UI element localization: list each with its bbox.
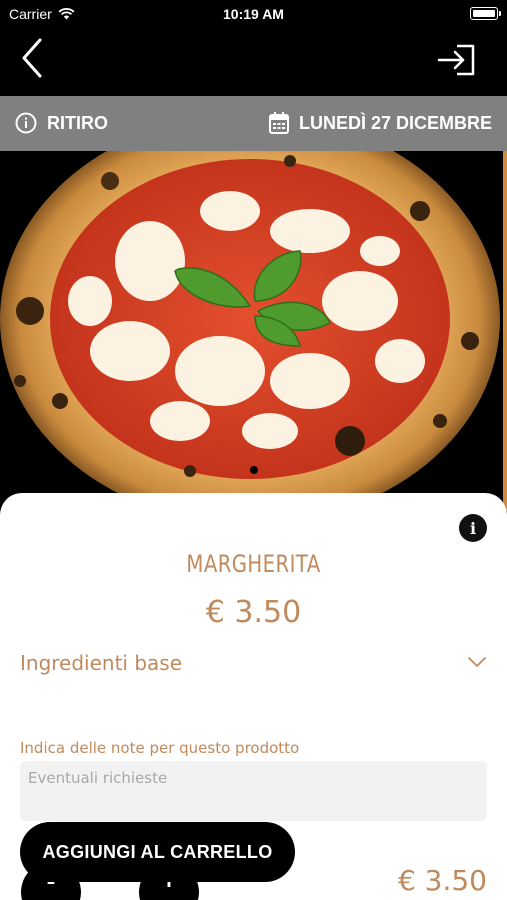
chevron-left-icon — [22, 38, 42, 78]
status-time: 10:19 AM — [223, 6, 284, 22]
notes-label: Indica delle note per questo prodotto — [20, 739, 300, 757]
calendar-icon — [268, 112, 289, 134]
hero-accent-strip — [503, 151, 507, 511]
product-image-carousel[interactable] — [0, 151, 507, 511]
battery-icon — [470, 7, 501, 20]
product-name: MARGHERITA — [186, 550, 321, 578]
product-price: € 3.50 — [205, 595, 302, 630]
order-mode-label: RITIRO — [47, 112, 108, 133]
status-bar: Carrier 10:19 AM — [0, 0, 507, 28]
ingredients-dropdown[interactable]: Ingredienti base — [20, 651, 487, 681]
chevron-down-icon — [468, 657, 486, 667]
add-to-cart-label: AGGIUNGI AL CARRELLO — [42, 841, 273, 862]
pizza-image — [0, 151, 500, 511]
login-button[interactable] — [435, 42, 479, 78]
order-date-label: LUNEDÌ 27 DICEMBRE — [298, 112, 492, 133]
carousel-page-indicator[interactable] — [250, 466, 258, 474]
total-price: € 3.50 — [397, 864, 487, 897]
order-info-bar: RITIRO LUNEDÌ 27 DICEMBRE — [0, 96, 507, 151]
ingredients-label: Ingredienti base — [20, 651, 183, 675]
nav-bar — [0, 28, 507, 96]
add-to-cart-button[interactable]: AGGIUNGI AL CARRELLO — [20, 822, 295, 882]
login-icon — [437, 44, 475, 76]
info-circle-icon — [15, 112, 37, 134]
back-button[interactable] — [14, 36, 54, 80]
order-mode[interactable]: RITIRO — [15, 112, 108, 134]
info-icon: i — [469, 518, 477, 538]
order-date[interactable]: LUNEDÌ 27 DICEMBRE — [268, 112, 492, 134]
notes-input[interactable] — [20, 761, 487, 821]
product-info-button[interactable]: i — [459, 514, 487, 542]
